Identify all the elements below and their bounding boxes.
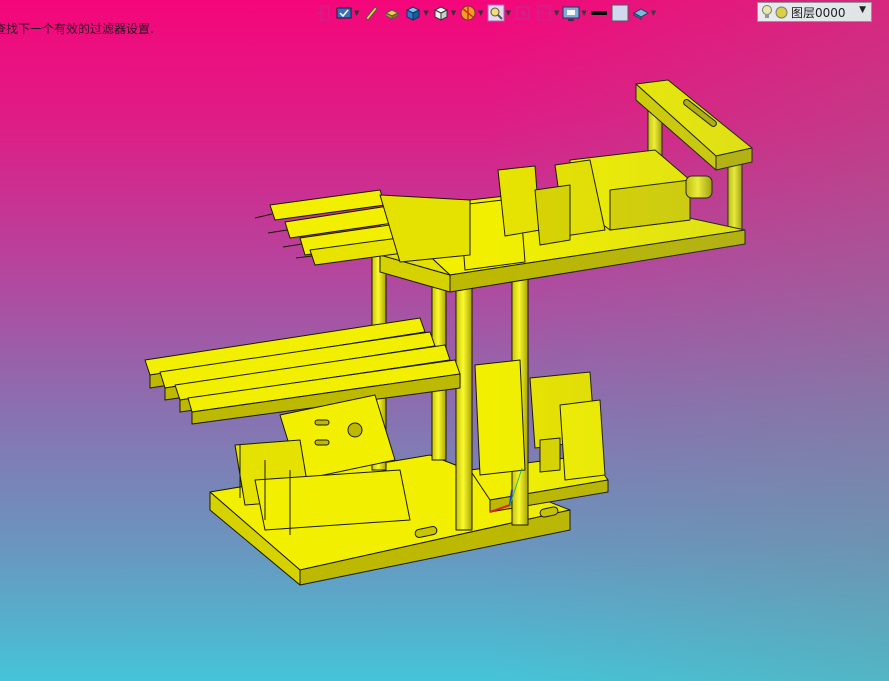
extrude-button[interactable] (383, 2, 401, 24)
section-view-icon (460, 5, 476, 21)
fill-color-button[interactable] (611, 2, 629, 24)
cube-blue-icon (406, 6, 421, 21)
dimension-icon (336, 7, 352, 19)
chevron-down-icon[interactable]: ▼ (451, 9, 456, 17)
zoom-area-icon (487, 4, 505, 22)
chevron-down-icon[interactable]: ▼ (651, 9, 656, 17)
chevron-down-icon[interactable]: ▼ (478, 9, 483, 17)
display-style-button[interactable]: ▼ (562, 2, 587, 24)
display-style-icon (562, 6, 580, 21)
section-view-button[interactable]: ▼ (459, 2, 484, 24)
chevron-down-icon[interactable]: ▼ (354, 9, 359, 17)
view-orientation-button[interactable]: ▼ (432, 2, 456, 24)
dimension-button[interactable]: ▼ (335, 2, 359, 24)
layer-name: 图层0000 (791, 5, 846, 20)
extrude-icon (385, 9, 400, 20)
status-message: 查找下一个有效的过滤器设置. (0, 22, 154, 36)
exit-sketch-icon (316, 5, 330, 21)
long-rails (144, 317, 461, 425)
fill-color-icon (611, 4, 629, 22)
shaded-view-button[interactable]: ▼ (404, 2, 429, 24)
lightbulb-icon (762, 5, 772, 18)
zoom-area-button[interactable]: ▼ (487, 2, 511, 24)
exit-sketch-button[interactable] (314, 2, 332, 24)
graphics-viewport[interactable]: 查找下一个有效的过滤器设置. ▼ ▼ ▼ ▼ ▼ ▼ ▼ ▼ 图层0000 ▼ (0, 0, 889, 681)
chevron-down-icon[interactable]: ▼ (859, 5, 866, 15)
layer-dropdown[interactable]: 图层0000 ▼ (757, 2, 872, 22)
heads-up-toolbar: ▼ ▼ ▼ ▼ ▼ ▼ ▼ ▼ (314, 1, 659, 25)
hide-show-icon (537, 5, 551, 21)
appearance-icon (632, 8, 649, 20)
hide-show-button[interactable]: ▼ (535, 2, 559, 24)
zoom-fit-button[interactable] (514, 2, 532, 24)
finger-cylinders (254, 189, 471, 266)
chevron-down-icon[interactable]: ▼ (581, 9, 586, 17)
chevron-down-icon[interactable]: ▼ (423, 9, 428, 17)
sun-icon (775, 6, 788, 18)
view-orientation-icon (433, 6, 448, 21)
sketch-pencil-button[interactable] (362, 2, 380, 24)
chevron-down-icon[interactable]: ▼ (554, 9, 559, 17)
pencil-icon (365, 6, 379, 21)
line-color-icon (590, 11, 607, 15)
3d-assembly-model[interactable] (0, 0, 889, 681)
appearance-button[interactable]: ▼ (632, 2, 656, 24)
line-color-button[interactable] (590, 2, 608, 24)
zoom-fit-icon (516, 6, 530, 20)
chevron-down-icon[interactable]: ▼ (506, 9, 511, 17)
